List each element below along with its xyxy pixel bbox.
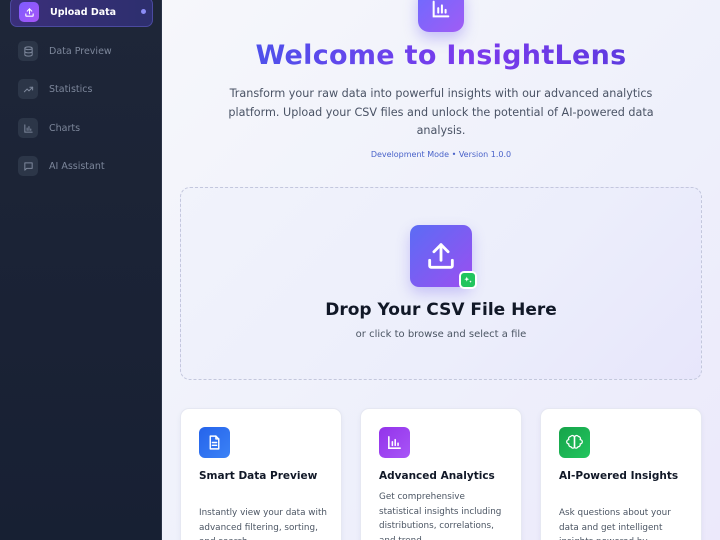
database-icon <box>18 41 38 61</box>
feature-card-ai-powered-insights: AI-Powered Insights Ask questions about … <box>540 408 702 540</box>
sidebar-item-label: Data Preview <box>49 45 112 57</box>
active-indicator <box>141 9 146 14</box>
dropzone-subtitle: or click to browse and select a file <box>355 329 527 340</box>
trending-up-icon <box>18 79 38 99</box>
sidebar-item-label: Charts <box>49 122 81 134</box>
feature-description: Ask questions about your data and get in… <box>559 508 671 540</box>
page-subtitle: Transform your raw data into powerful in… <box>228 87 654 137</box>
csv-dropzone[interactable]: Drop Your CSV File Here or click to brow… <box>180 187 702 380</box>
sidebar-item-label: Upload Data <box>50 6 117 18</box>
file-text-icon <box>199 427 230 458</box>
feature-description: Instantly view your data with advanced f… <box>199 508 327 540</box>
brain-icon <box>559 427 590 458</box>
sidebar-item-statistics[interactable]: Statistics <box>10 74 153 104</box>
sidebar: Upload Data Data Preview Statistics Char… <box>0 0 162 540</box>
page-title: Welcome to InsightLens <box>162 40 720 71</box>
feature-card-smart-data-preview: Smart Data Preview Instantly view your d… <box>180 408 342 540</box>
feature-description: Get comprehensive statistical insights i… <box>379 492 502 540</box>
message-icon <box>18 156 38 176</box>
sparkles-icon <box>459 271 477 289</box>
bar-chart-icon <box>418 0 464 32</box>
feature-title: AI-Powered Insights <box>559 470 679 482</box>
sidebar-item-charts[interactable]: Charts <box>10 113 153 143</box>
bar-chart-icon <box>18 118 38 138</box>
sidebar-item-ai-assistant[interactable]: AI Assistant <box>10 151 153 181</box>
sidebar-item-upload-data[interactable]: Upload Data <box>10 0 153 27</box>
feature-title: Advanced Analytics <box>379 470 495 482</box>
feature-title: Smart Data Preview <box>199 470 318 482</box>
dropzone-title: Drop Your CSV File Here <box>325 300 557 320</box>
sidebar-item-data-preview[interactable]: Data Preview <box>10 36 153 66</box>
main-content: Welcome to InsightLens Transform your ra… <box>162 0 720 540</box>
sidebar-item-label: Statistics <box>49 83 93 95</box>
sidebar-item-label: AI Assistant <box>49 160 105 172</box>
version-info: Development Mode • Version 1.0.0 <box>370 150 512 159</box>
bar-chart-icon <box>379 427 410 458</box>
feature-card-advanced-analytics: Advanced Analytics Get comprehensive sta… <box>360 408 522 540</box>
upload-icon <box>19 2 39 22</box>
